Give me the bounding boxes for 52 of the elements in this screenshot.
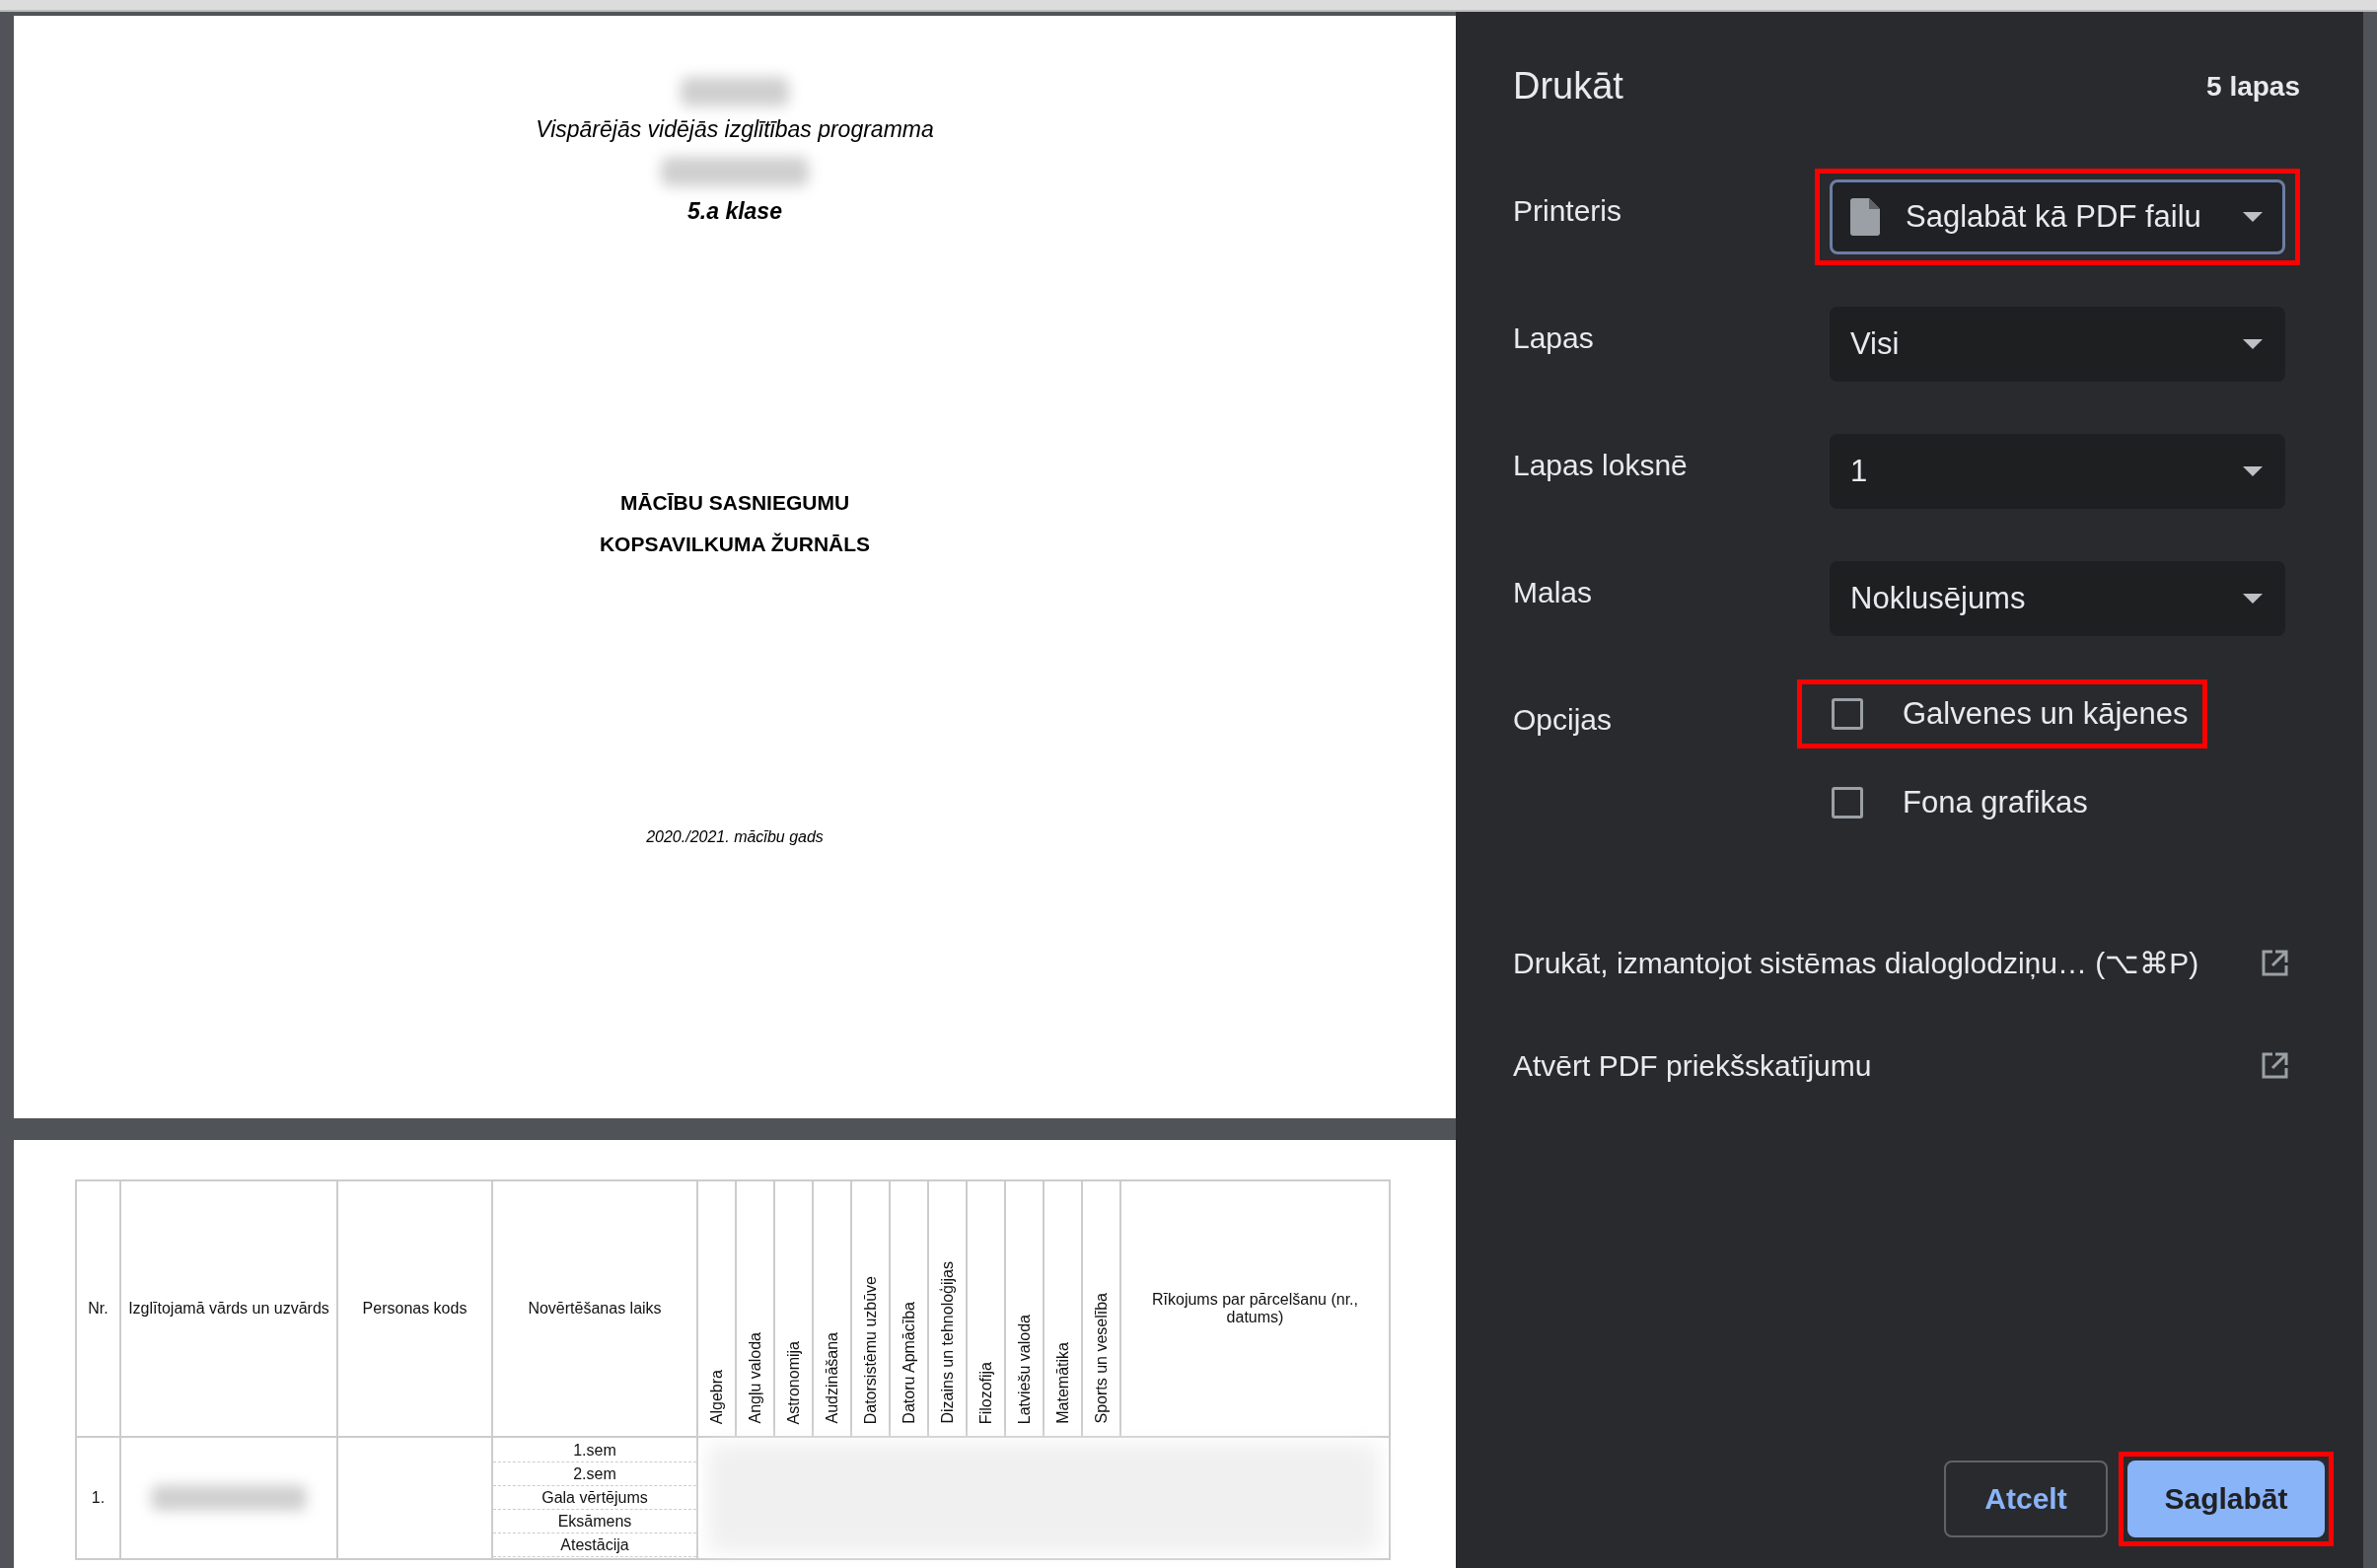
dropdown[interactable]: Saglabāt kā PDF failu <box>1830 179 2285 254</box>
setting-label: Lapas <box>1513 321 1595 355</box>
column-header: Nr. <box>76 1180 120 1437</box>
assessment-period: Gala vērtējums <box>493 1486 696 1510</box>
column-header: Novērtēšanas laiks <box>492 1180 697 1437</box>
dialog-title: Drukāt <box>1513 65 1623 107</box>
program-title: Vispārējās vidējās izglītības programma <box>536 116 934 143</box>
column-header: Dizains un tehnoloģijas <box>928 1180 967 1437</box>
external-link-icon[interactable] <box>2261 1052 2288 1080</box>
dialog-link[interactable]: Atvērt PDF priekšskatījumu <box>1513 1049 1872 1083</box>
assessment-period: 1.sem <box>493 1439 696 1462</box>
setting-label: Printeris <box>1513 193 1623 228</box>
caret-icon <box>2243 594 2263 604</box>
assessment-period: Atestācija <box>493 1533 696 1557</box>
column-header: Algebra <box>697 1180 736 1437</box>
class-name: 5.a klase <box>687 198 782 225</box>
dropdown[interactable]: Noklusējums <box>1830 561 2285 636</box>
setting-label: Lapas loksnē <box>1513 448 1689 482</box>
setting-label: Malas <box>1513 575 1594 609</box>
dialog-link[interactable]: Drukāt, izmantojot sistēmas dialoglodziņu… (⌥⌘P) <box>1513 946 2199 980</box>
column-header: Datorsistēmu uzbūve <box>851 1180 890 1437</box>
checkbox[interactable] <box>1832 787 1863 819</box>
column-header: Sports un veselība <box>1082 1180 1120 1437</box>
assessment-period: 2.sem <box>493 1462 696 1486</box>
dropdown[interactable]: 1 <box>1830 434 2285 509</box>
column-header: Audzināšana <box>813 1180 851 1437</box>
setting-label: Opcijas <box>1513 702 1614 737</box>
cancel-button[interactable]: Atcelt <box>1944 1461 2108 1537</box>
dropdown[interactable]: Visi <box>1830 307 2285 382</box>
journal-heading: KOPSAVILKUMA ŽURNĀLS <box>599 533 871 556</box>
column-header: Angļu valoda <box>736 1180 774 1437</box>
column-header: Personas kods <box>337 1180 492 1437</box>
checkbox-option[interactable]: Fona grafikas <box>1832 777 2088 828</box>
external-link-icon[interactable] <box>2261 949 2288 977</box>
column-header: Matemātika <box>1044 1180 1082 1437</box>
column-header: Izglītojamā vārds un uzvārds <box>120 1180 337 1437</box>
journal-heading: MĀCĪBU SASNIEGUMU <box>619 491 850 515</box>
column-header: Datoru Apmācība <box>890 1180 928 1437</box>
save-button[interactable]: Saglabāt <box>2127 1461 2325 1537</box>
school-year: 2020./2021. mācību gads <box>646 828 824 846</box>
column-header: Filozofija <box>967 1180 1005 1437</box>
column-header: Astronomija <box>774 1180 813 1437</box>
assessment-period: Eksāmens <box>493 1510 696 1533</box>
checkbox[interactable] <box>1832 698 1863 730</box>
page-count: 5 lapas <box>2206 70 2300 103</box>
caret-icon <box>2243 466 2263 476</box>
caret-icon <box>2243 212 2263 222</box>
row-number: 1. <box>76 1437 120 1559</box>
checkbox-option[interactable]: Galvenes un kājenes <box>1832 688 2189 740</box>
caret-icon <box>2243 339 2263 349</box>
column-header: Rīkojums par pārcelšanu (nr., datums) <box>1120 1180 1390 1437</box>
column-header: Latviešu valoda <box>1005 1180 1044 1437</box>
